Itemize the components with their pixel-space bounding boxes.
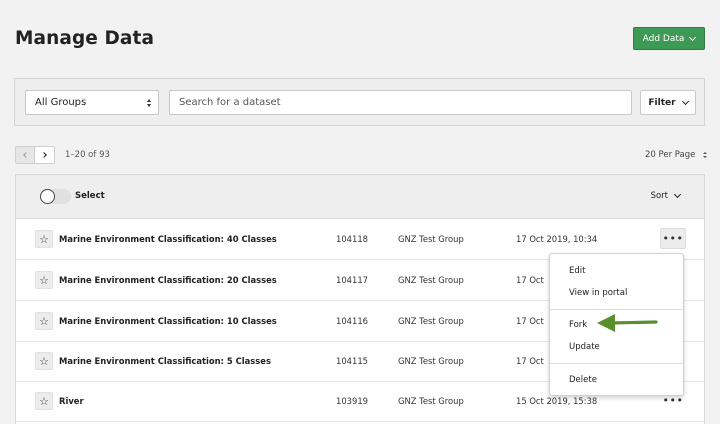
menu-item-delete[interactable]: Delete bbox=[569, 375, 597, 385]
filter-panel: All Groups Filter bbox=[14, 78, 705, 126]
dataset-id: 104116 bbox=[336, 316, 368, 326]
sort-label: Sort bbox=[650, 191, 668, 201]
dataset-id: 104118 bbox=[336, 234, 368, 244]
dataset-name[interactable]: Marine Environment Classification: 20 Cl… bbox=[59, 275, 277, 285]
add-data-button[interactable]: Add Data bbox=[633, 27, 705, 50]
menu-item-view-in-portal[interactable]: View in portal bbox=[569, 288, 627, 298]
dataset-id: 103919 bbox=[336, 396, 368, 406]
chevron-left-icon bbox=[23, 152, 29, 158]
menu-item-update[interactable]: Update bbox=[569, 342, 600, 352]
chevron-down-icon bbox=[673, 190, 682, 199]
dataset-date: 17 Oct bbox=[516, 275, 544, 285]
star-icon[interactable]: ☆ bbox=[35, 352, 53, 370]
chevron-down-icon bbox=[681, 97, 689, 105]
toggle-knob bbox=[40, 189, 55, 204]
star-icon[interactable]: ☆ bbox=[35, 312, 53, 330]
dataset-id: 104117 bbox=[336, 275, 368, 285]
dataset-group: GNZ Test Group bbox=[398, 275, 464, 285]
group-select[interactable]: All Groups bbox=[25, 90, 159, 115]
sort-button[interactable]: Sort bbox=[650, 190, 682, 201]
menu-divider bbox=[550, 363, 683, 364]
dataset-group: GNZ Test Group bbox=[398, 316, 464, 326]
prev-page-button[interactable] bbox=[15, 146, 35, 164]
menu-item-edit[interactable]: Edit bbox=[569, 266, 585, 276]
group-select-value: All Groups bbox=[35, 97, 87, 108]
per-page-select[interactable]: 20 Per Page bbox=[645, 150, 708, 160]
dataset-group: GNZ Test Group bbox=[398, 396, 464, 406]
dataset-id: 104115 bbox=[336, 356, 368, 366]
dataset-name[interactable]: Marine Environment Classification: 10 Cl… bbox=[59, 316, 277, 326]
search-input[interactable] bbox=[169, 90, 632, 115]
more-horizontal-icon[interactable]: ••• bbox=[660, 228, 686, 249]
star-icon[interactable]: ☆ bbox=[35, 392, 53, 410]
filter-button[interactable]: Filter bbox=[640, 90, 696, 115]
select-arrows-icon bbox=[147, 99, 151, 107]
menu-divider bbox=[550, 309, 683, 310]
select-toggle[interactable] bbox=[40, 189, 71, 204]
page-title: Manage Data bbox=[15, 28, 155, 49]
dataset-date: 17 Oct 2019, 10:34 bbox=[516, 234, 598, 244]
dataset-name[interactable]: Marine Environment Classification: 40 Cl… bbox=[59, 234, 277, 244]
add-data-label: Add Data bbox=[642, 33, 685, 44]
dataset-group: GNZ Test Group bbox=[398, 234, 464, 244]
dataset-date: 15 Oct 2019, 15:38 bbox=[516, 396, 598, 406]
annotation-arrow-icon bbox=[597, 314, 658, 332]
dataset-name[interactable]: Marine Environment Classification: 5 Cla… bbox=[59, 356, 271, 366]
filter-button-label: Filter bbox=[648, 97, 676, 108]
next-page-button[interactable] bbox=[35, 146, 55, 164]
dataset-date: 17 Oct bbox=[516, 356, 544, 366]
star-icon[interactable]: ☆ bbox=[35, 230, 53, 248]
select-label: Select bbox=[75, 191, 105, 201]
chevron-down-icon bbox=[689, 33, 697, 41]
pager bbox=[15, 146, 55, 164]
pagination-range: 1–20 of 93 bbox=[65, 150, 110, 160]
dataset-date: 17 Oct bbox=[516, 316, 544, 326]
menu-item-fork[interactable]: Fork bbox=[569, 320, 587, 330]
star-icon[interactable]: ☆ bbox=[35, 271, 53, 289]
table-header: Select Sort bbox=[16, 175, 704, 219]
select-arrows-icon bbox=[703, 152, 708, 158]
dataset-name[interactable]: River bbox=[59, 396, 84, 406]
dataset-group: GNZ Test Group bbox=[398, 356, 464, 366]
chevron-right-icon bbox=[40, 152, 47, 158]
per-page-label: 20 Per Page bbox=[645, 150, 696, 160]
